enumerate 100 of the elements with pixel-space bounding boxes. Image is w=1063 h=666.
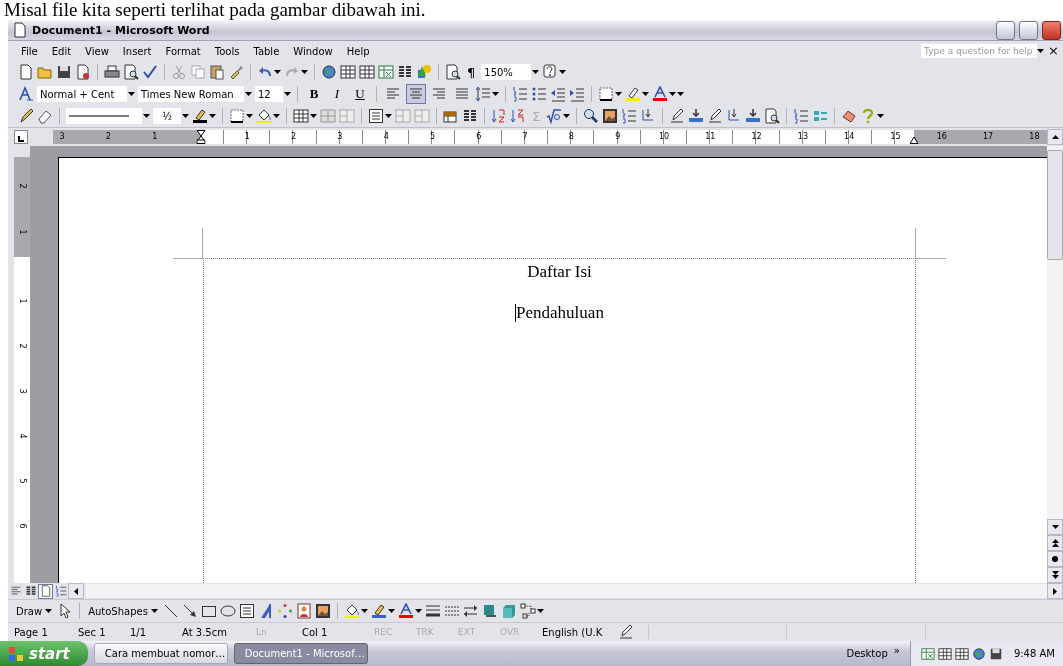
dropdown-caret-icon[interactable] — [559, 70, 567, 74]
shadow-icon[interactable] — [481, 603, 498, 619]
paste-icon[interactable] — [209, 64, 225, 80]
dropdown-caret-icon[interactable] — [532, 70, 540, 74]
sort-ascending-icon[interactable] — [491, 108, 507, 124]
printer-icon[interactable] — [104, 64, 120, 80]
magnifier-icon[interactable] — [583, 108, 600, 124]
scroll-left-button[interactable] — [68, 583, 84, 599]
tray-down-icon[interactable] — [688, 108, 705, 124]
help-icon[interactable] — [542, 64, 559, 80]
view-button[interactable] — [38, 583, 53, 599]
dropdown-caret-icon[interactable] — [877, 114, 885, 118]
draw-menu[interactable]: Draw — [14, 605, 55, 617]
table-insert-icon[interactable] — [293, 108, 309, 124]
bold-button[interactable]: B — [304, 85, 324, 103]
table-grid-icon[interactable] — [359, 64, 375, 80]
line-style-icon[interactable] — [424, 603, 441, 619]
help-search-field[interactable]: Type a question for help — [921, 44, 1038, 58]
restore-button[interactable] — [1019, 20, 1038, 40]
3d-box-icon[interactable] — [500, 603, 517, 619]
dropdown-caret-icon[interactable] — [536, 609, 544, 613]
scroll-down-button[interactable] — [1047, 519, 1063, 535]
show-formatting-button[interactable]: ¶ — [464, 64, 479, 80]
clip-art-icon[interactable] — [295, 603, 312, 619]
line-weight-field[interactable]: ½ — [153, 108, 181, 124]
dropdown-caret-icon[interactable] — [128, 92, 135, 96]
paint-bucket-icon[interactable] — [343, 603, 360, 619]
dropdown-caret-icon[interactable] — [414, 609, 422, 613]
text-box-icon[interactable] — [238, 603, 255, 619]
split-cells-icon[interactable] — [339, 108, 355, 124]
horizontal-scrollbar[interactable] — [86, 584, 1047, 598]
eraser-icon[interactable] — [37, 108, 53, 124]
scroll-thumb[interactable] — [1047, 150, 1063, 260]
cell-align-icon[interactable] — [368, 108, 384, 124]
tray-icon[interactable] — [988, 646, 1003, 661]
desktop-toolbar-label[interactable]: Desktop — [846, 648, 888, 659]
nodes-icon[interactable] — [519, 603, 536, 619]
menu-item[interactable]: File — [14, 45, 45, 57]
arrow-style-icon[interactable] — [462, 603, 479, 619]
shapes-icon[interactable] — [416, 64, 432, 80]
pencil-icon[interactable] — [18, 108, 34, 124]
dropdown-caret-icon[interactable] — [642, 92, 649, 96]
line-spacing-icon[interactable] — [475, 86, 491, 102]
dropdown-caret-icon[interactable] — [182, 114, 189, 118]
dropdown-caret-icon[interactable] — [274, 70, 281, 74]
dropdown-caret-icon[interactable] — [563, 114, 571, 118]
dropdown-caret-icon[interactable] — [143, 114, 150, 118]
tray-icon[interactable] — [920, 646, 935, 661]
rectangle-icon[interactable] — [200, 603, 217, 619]
chevron-button[interactable]: » — [893, 645, 900, 656]
menu-item[interactable]: Insert — [115, 45, 159, 57]
font-size-field[interactable]: 12 — [255, 86, 283, 102]
dropdown-caret-icon[interactable] — [387, 609, 395, 613]
autoshapes-menu[interactable]: AutoShapes — [86, 605, 160, 617]
dropdown-caret-icon[interactable] — [284, 92, 291, 96]
style-field[interactable]: Normal + Cent — [37, 86, 127, 102]
pencil-line-icon[interactable] — [669, 108, 686, 124]
diagram-icon[interactable] — [276, 603, 293, 619]
tray-icon[interactable] — [954, 646, 969, 661]
font-color-icon[interactable] — [397, 603, 414, 619]
minimize-button[interactable] — [996, 20, 1015, 40]
picture-icon[interactable] — [602, 108, 619, 124]
tray-icon[interactable] — [937, 646, 952, 661]
menu-item[interactable]: Window — [286, 45, 340, 57]
spelling-check-icon[interactable] — [142, 64, 158, 80]
line-style-field[interactable] — [66, 108, 142, 124]
columns-icon[interactable] — [397, 64, 413, 80]
square-root-icon[interactable] — [546, 108, 563, 124]
dropdown-caret-icon[interactable] — [246, 114, 253, 118]
word-document-icon[interactable] — [12, 22, 28, 38]
sort-descending-icon[interactable] — [510, 108, 526, 124]
menu-item[interactable]: Tools — [207, 45, 247, 57]
arrow-icon[interactable] — [181, 603, 198, 619]
print-preview-icon[interactable] — [123, 64, 139, 80]
dropdown-caret-icon[interactable] — [301, 70, 308, 74]
new-document-icon[interactable] — [18, 64, 34, 80]
close-document-button[interactable]: × — [1046, 45, 1061, 57]
zoom-field[interactable]: 150% — [481, 64, 532, 80]
merge-cells-icon[interactable] — [320, 108, 336, 124]
numbered-list-icon[interactable] — [512, 86, 528, 102]
menu-item[interactable]: Table — [246, 45, 287, 57]
globe-icon[interactable] — [321, 64, 337, 80]
indent-marker-icon[interactable] — [196, 130, 206, 144]
decrease-indent-icon[interactable] — [550, 86, 566, 102]
dropdown-caret-icon[interactable] — [615, 92, 622, 96]
dropdown-caret-icon[interactable] — [245, 92, 252, 96]
dropdown-caret-icon[interactable] — [360, 609, 368, 613]
font-color-icon[interactable] — [652, 86, 668, 102]
previous-page-button[interactable] — [1047, 535, 1063, 551]
italic-button[interactable]: I — [327, 85, 347, 103]
underline-button[interactable]: U — [350, 85, 370, 103]
dropdown-caret-icon[interactable] — [209, 114, 216, 118]
next-page-button[interactable] — [1047, 567, 1063, 583]
paint-bucket-icon[interactable] — [256, 108, 272, 124]
close-button[interactable] — [1042, 20, 1061, 40]
dropdown-caret-icon[interactable] — [1037, 49, 1045, 53]
scroll-up-button[interactable] — [1047, 129, 1063, 145]
line-color-icon[interactable] — [370, 603, 387, 619]
vertical-scrollbar[interactable] — [1047, 146, 1063, 583]
line-icon[interactable] — [162, 603, 179, 619]
